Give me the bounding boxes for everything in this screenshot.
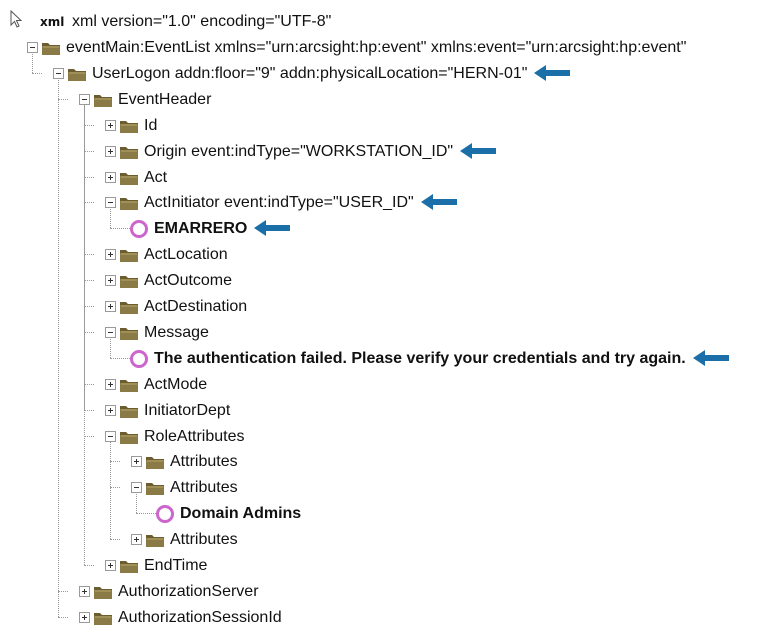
expand-icon[interactable] [105, 145, 116, 157]
folder-icon [68, 68, 86, 81]
collapse-icon[interactable] [53, 67, 64, 79]
expand-icon[interactable] [79, 585, 90, 597]
element-node-row[interactable]: AuthorizationServer [0, 580, 778, 606]
arrow-left-icon [254, 220, 291, 237]
collapse-icon[interactable] [105, 430, 116, 442]
folder-icon [120, 198, 138, 211]
element-name: eventMain:EventList xmlns="urn:arcsight:… [66, 39, 687, 56]
element-name: ActDestination [144, 298, 248, 315]
folder-icon [146, 457, 164, 470]
element-node-row[interactable]: ActInitiator event:indType="USER_ID" [0, 191, 778, 217]
element-node-row[interactable]: Message [0, 321, 778, 347]
expand-icon[interactable] [105, 119, 116, 131]
arrow-left-icon [460, 142, 497, 159]
folder-icon [120, 120, 138, 133]
element-node-row[interactable]: RoleAttributes [0, 425, 778, 451]
element-name: EndTime [144, 557, 208, 574]
element-node-row[interactable]: Attributes [0, 476, 778, 502]
folder-icon [120, 146, 138, 159]
element-name: AuthorizationServer [118, 582, 259, 600]
element-node-row[interactable]: eventMain:EventList xmlns="urn:arcsight:… [0, 36, 778, 62]
element-node-row[interactable]: ActLocation [0, 243, 778, 269]
element-node-row[interactable]: UserLogon addn:floor="9" addn:physicalLo… [0, 62, 778, 88]
text-node-icon [130, 220, 148, 239]
collapse-icon[interactable] [79, 93, 90, 105]
expand-icon[interactable] [105, 378, 116, 390]
element-name: Attributes [170, 531, 238, 549]
arrow-left-icon [534, 64, 571, 81]
expand-icon[interactable] [105, 301, 116, 312]
element-node-row[interactable]: Id [0, 114, 778, 140]
element-node-row[interactable]: ActMode [0, 373, 778, 399]
collapse-icon[interactable] [105, 326, 116, 338]
element-name: Id [144, 116, 158, 134]
element-name: Act [144, 168, 168, 186]
xml-declaration-row: xml xml version="1.0" encoding="UTF-8" [0, 10, 400, 36]
element-name: AuthorizationSessionId [118, 608, 282, 626]
element-name: ActOutcome [144, 272, 233, 290]
folder-icon [146, 483, 164, 496]
element-node-row[interactable]: Act [0, 166, 778, 192]
element-node-row[interactable]: Attributes [0, 528, 778, 554]
expand-icon[interactable] [105, 275, 116, 287]
text-node-value: The authentication failed. Please verify… [154, 349, 686, 367]
text-node-icon [156, 505, 174, 524]
folder-icon [120, 327, 138, 340]
folder-icon [94, 94, 112, 107]
text-node-row[interactable]: The authentication failed. Please verify… [0, 347, 778, 373]
element-name: ActInitiator event:indType="USER_ID" [144, 194, 414, 212]
folder-icon [94, 586, 112, 599]
xml-declaration-icon: xml [40, 15, 65, 29]
element-node-row[interactable]: Attributes [0, 450, 778, 476]
expand-icon[interactable] [131, 456, 142, 468]
xml-tree: xml xml version="1.0" encoding="UTF-8" e… [0, 0, 778, 628]
element-name: Attributes [170, 453, 238, 471]
element-name: ActMode [144, 375, 208, 393]
expand-icon[interactable] [105, 171, 116, 183]
folder-icon [42, 43, 60, 55]
text-node-row[interactable]: Domain Admins [0, 502, 778, 528]
folder-icon [120, 250, 138, 263]
folder-icon [120, 379, 138, 392]
collapse-icon[interactable] [27, 42, 38, 53]
arrow-left-icon [420, 194, 457, 211]
folder-icon [120, 302, 138, 314]
element-name: UserLogon addn:floor="9" addn:physicalLo… [92, 64, 528, 82]
folder-icon [120, 405, 138, 418]
element-node-row[interactable]: EventHeader [0, 88, 778, 114]
text-node-icon [130, 349, 148, 368]
expand-icon[interactable] [79, 611, 90, 623]
element-name: RoleAttributes [144, 427, 245, 445]
element-node-row[interactable]: InitiatorDept [0, 399, 778, 425]
expand-icon[interactable] [105, 404, 116, 416]
collapse-icon[interactable] [131, 482, 142, 494]
element-name: EventHeader [118, 90, 212, 108]
folder-icon [120, 276, 138, 289]
element-name: Message [144, 323, 209, 341]
folder-icon [120, 172, 138, 185]
folder-icon [94, 612, 112, 625]
expand-icon[interactable] [105, 249, 116, 261]
element-node-row[interactable]: Origin event:indType="WORKSTATION_ID" [0, 140, 778, 166]
text-node-row[interactable]: EMARRERO [0, 217, 778, 243]
folder-icon [146, 535, 164, 548]
expand-icon[interactable] [105, 560, 116, 571]
element-node-row[interactable]: ActDestination [0, 295, 778, 321]
folder-icon [120, 561, 138, 573]
element-name: Origin event:indType="WORKSTATION_ID" [144, 142, 454, 160]
element-node-row[interactable]: ActOutcome [0, 269, 778, 295]
element-name: ActLocation [144, 246, 228, 264]
collapse-icon[interactable] [105, 197, 116, 209]
xml-declaration-text: xml version="1.0" encoding="UTF-8" [72, 13, 332, 30]
element-name: Attributes [170, 479, 238, 497]
expand-icon[interactable] [131, 534, 142, 546]
folder-icon [120, 431, 138, 444]
arrow-left-icon [692, 349, 729, 366]
text-node-value: Domain Admins [180, 505, 302, 523]
element-name: InitiatorDept [144, 401, 231, 419]
text-node-value: EMARRERO [154, 220, 248, 238]
element-node-row[interactable]: EndTime [0, 554, 778, 580]
